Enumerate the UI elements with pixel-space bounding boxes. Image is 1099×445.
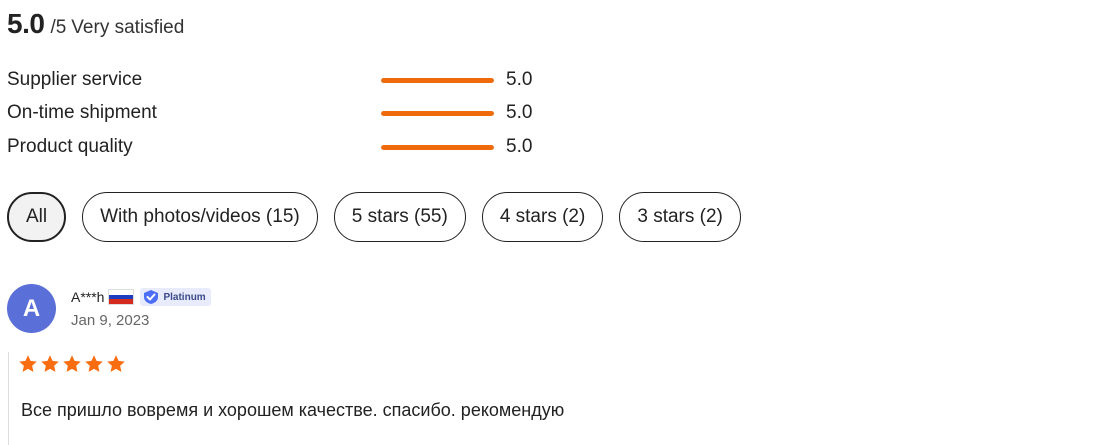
filter-4-stars[interactable]: 4 stars (2) <box>481 192 604 242</box>
star-icon <box>107 355 125 372</box>
star-icon <box>19 355 37 372</box>
review-stars <box>18 354 128 374</box>
metric-supplier-service: Supplier service 5.0 <box>7 67 607 93</box>
metric-bar <box>381 145 494 150</box>
metric-on-time-shipment: On-time shipment 5.0 <box>7 100 607 126</box>
metric-bar-fill <box>381 111 494 116</box>
metric-value: 5.0 <box>506 69 533 90</box>
filter-with-photos-videos[interactable]: With photos/videos (15) <box>82 192 318 242</box>
metric-product-quality: Product quality 5.0 <box>7 134 607 160</box>
filter-all[interactable]: All <box>7 192 67 242</box>
review-text: Все пришло вовремя и хорошем качестве. с… <box>21 400 565 420</box>
metric-bar <box>381 78 494 83</box>
review-date: Jan 9, 2023 <box>71 312 150 329</box>
russia-flag-icon <box>108 289 135 305</box>
score-out-of: /5 <box>50 17 67 38</box>
metric-value: 5.0 <box>506 102 533 123</box>
metric-bar <box>381 111 494 116</box>
filter-3-stars[interactable]: 3 stars (2) <box>619 192 741 242</box>
verified-check-icon <box>144 290 159 304</box>
metric-bar-fill <box>381 78 494 83</box>
badge-label: Platinum <box>163 291 206 303</box>
star-icon <box>85 355 103 372</box>
star-icon <box>63 355 81 372</box>
reviewer-avatar: A <box>7 284 56 333</box>
reviewer-name: A***h <box>71 289 105 305</box>
overall-rating: 5.0 /5 Very satisfied <box>7 8 184 48</box>
metric-bar-fill <box>381 145 494 150</box>
metric-label: Supplier service <box>7 69 143 90</box>
reviewer-info: A***h Platinum <box>71 287 211 307</box>
metric-value: 5.0 <box>506 136 533 157</box>
star-icon <box>41 355 59 372</box>
metric-label: Product quality <box>7 136 133 157</box>
review-filters: All With photos/videos (15) 5 stars (55)… <box>7 192 757 244</box>
metric-label: On-time shipment <box>7 102 157 123</box>
overall-score: 5.0 <box>7 8 45 39</box>
satisfaction-label: Very satisfied <box>71 17 185 38</box>
platinum-badge: Platinum <box>140 288 211 306</box>
filter-5-stars[interactable]: 5 stars (55) <box>333 192 466 242</box>
review-content: Все пришло вовремя и хорошем качестве. с… <box>8 352 709 445</box>
